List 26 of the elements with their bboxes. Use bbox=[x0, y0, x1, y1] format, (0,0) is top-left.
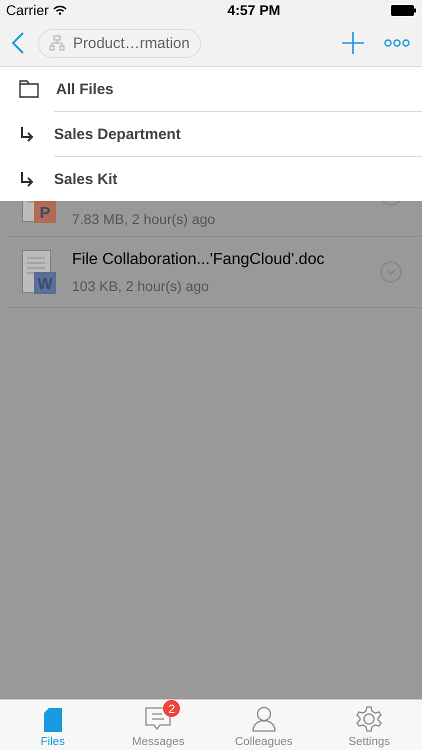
tab[interactable]: Colleagues bbox=[211, 700, 316, 750]
folder-icon bbox=[19, 80, 39, 98]
more-icon[interactable] bbox=[384, 39, 410, 47]
carrier-label: Carrier bbox=[6, 2, 49, 18]
hierarchy-icon bbox=[49, 35, 65, 51]
arrow-icon bbox=[19, 171, 35, 187]
back-icon[interactable] bbox=[12, 32, 24, 54]
badge: 2 bbox=[163, 700, 180, 717]
settings-icon[interactable] bbox=[356, 706, 382, 732]
tab[interactable]: Files bbox=[0, 700, 106, 750]
menu-item[interactable]: All Files bbox=[56, 80, 114, 98]
tab[interactable]: Settings bbox=[316, 700, 422, 750]
file-name[interactable]: File Collaboration...'FangCloud'.doc bbox=[72, 250, 364, 268]
breadcrumb-button[interactable]: Product…rmation bbox=[38, 28, 201, 58]
battery-icon bbox=[390, 4, 416, 16]
menu-item[interactable]: Sales Department bbox=[54, 126, 181, 142]
menu-item[interactable]: Sales Kit bbox=[54, 170, 118, 188]
add-icon[interactable] bbox=[342, 32, 364, 54]
file-icon[interactable] bbox=[44, 708, 62, 732]
file-meta: 7.83 MB, 2 hour(s) ago bbox=[72, 210, 216, 226]
tab[interactable]: 2 Messages bbox=[106, 700, 211, 750]
status-time: 4:57 PM bbox=[227, 2, 280, 18]
wifi-icon bbox=[52, 5, 67, 15]
file-meta: 103 KB, 2 hour(s) ago bbox=[72, 278, 210, 294]
person-icon[interactable] bbox=[252, 706, 276, 732]
arrow-icon bbox=[19, 126, 35, 142]
